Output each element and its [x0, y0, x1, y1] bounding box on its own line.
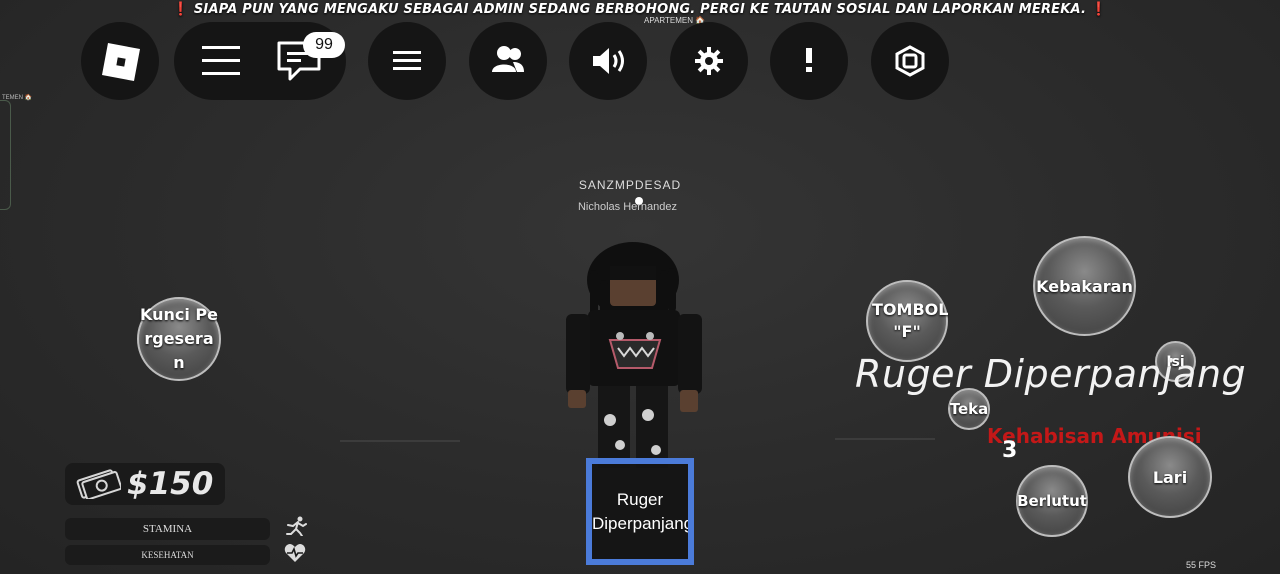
player-username: SANZMPDESAD [578, 178, 682, 192]
run-button[interactable]: Lari [1128, 436, 1212, 518]
shift-lock-button[interactable]: Kunci Pergeseran [137, 297, 221, 381]
hotbar-slot-label: Ruger Diperpanjang [592, 489, 694, 533]
running-icon [286, 516, 307, 536]
stamina-label: STAMINA [142, 523, 193, 535]
settings-button[interactable] [670, 22, 748, 100]
shift-lock-label: Kunci Pergeseran [139, 305, 218, 372]
exclamation-icon [806, 48, 812, 72]
warning-text: SIAPA PUN YANG MENGAKU SEBAGAI ADMIN SED… [193, 2, 1087, 17]
press-label: Teka [949, 400, 989, 418]
roblox-logo-icon [102, 43, 140, 81]
press-button[interactable]: Teka [948, 388, 990, 430]
hamburger-menu-icon[interactable] [202, 42, 240, 78]
fps-counter: 55 FPS [1186, 560, 1217, 570]
robux-button[interactable] [871, 22, 949, 100]
money-value: $150 [127, 466, 214, 502]
leaderboard-button[interactable] [368, 22, 446, 100]
volume-button[interactable] [569, 22, 647, 100]
report-button[interactable] [770, 22, 848, 100]
player-character[interactable] [560, 240, 710, 470]
players-button[interactable] [469, 22, 547, 100]
health-label: KESEHATAN [141, 550, 194, 560]
volume-icon [593, 48, 624, 74]
roblox-menu-button[interactable] [81, 22, 159, 100]
warning-icon: ❗ [1090, 2, 1108, 17]
fire-label: Kebakaran [1036, 276, 1133, 296]
stamina-bar: STAMINA [65, 518, 270, 540]
list-icon [393, 51, 421, 70]
f-key-label: TOMBOL "F" [872, 300, 949, 341]
run-label: Lari [1152, 467, 1188, 487]
chat-badge: 99 [303, 32, 345, 58]
floor-edge [340, 440, 460, 442]
players-icon [492, 46, 524, 72]
warning-icon: ❗ [172, 2, 190, 17]
heart-pulse-icon [284, 544, 306, 562]
robux-icon [895, 45, 925, 77]
ammo-count: 3 [1002, 438, 1018, 463]
left-edge-panel[interactable] [0, 100, 11, 210]
health-bar: KESEHATAN [65, 545, 270, 565]
hotbar-slot-1[interactable]: Ruger Diperpanjang [586, 458, 694, 565]
fire-button[interactable]: Kebakaran [1033, 236, 1136, 336]
gear-icon [695, 47, 723, 75]
player-display-name: Nicholas Hernandez [577, 201, 678, 213]
weapon-name: Ruger Diperpanjang [855, 352, 1247, 396]
warning-banner: ❗ SIAPA PUN YANG MENGAKU SEBAGAI ADMIN S… [0, 2, 1280, 17]
f-key-button[interactable]: TOMBOL "F" [866, 280, 948, 362]
floor-edge [835, 438, 935, 440]
crouch-label: Berlutut [1017, 492, 1087, 510]
crouch-button[interactable]: Berlutut [1016, 465, 1088, 537]
cash-icon [76, 469, 121, 499]
